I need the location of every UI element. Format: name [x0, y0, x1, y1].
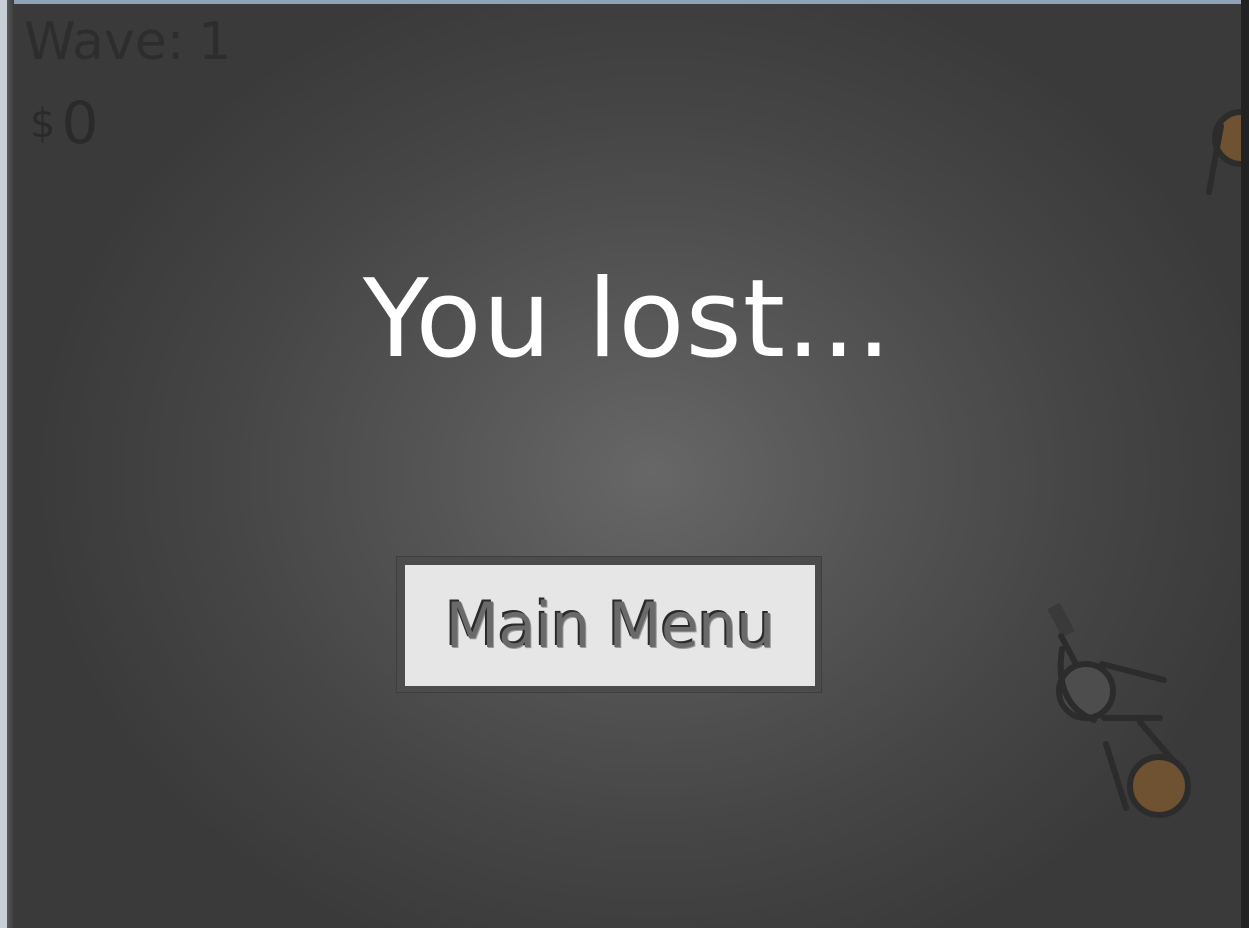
enemy-unit-top-right	[1206, 109, 1241, 195]
game-canvas[interactable]: Wave: 1 $0 You lost... Main Menu	[14, 4, 1241, 928]
money-value: 0	[61, 89, 99, 157]
wave-value: 1	[198, 12, 232, 72]
game-scene	[1047, 109, 1241, 818]
enemy-unit-cluster	[1047, 602, 1191, 818]
window-left-border	[0, 0, 14, 928]
main-menu-button-frame: Main Menu	[397, 557, 821, 692]
money-symbol: $	[30, 101, 56, 147]
unit-barrel	[1047, 602, 1075, 638]
wave-counter: Wave: 1	[24, 16, 231, 68]
game-window: Wave: 1 $0 You lost... Main Menu	[0, 0, 1249, 928]
game-over-title: You lost...	[362, 257, 893, 382]
wave-label: Wave:	[24, 12, 185, 72]
main-menu-button[interactable]: Main Menu	[405, 565, 815, 686]
unit-body-orange	[1127, 754, 1191, 818]
money-counter: $0	[30, 94, 98, 152]
unit-arm	[1103, 741, 1129, 811]
window-right-border	[1241, 0, 1249, 928]
